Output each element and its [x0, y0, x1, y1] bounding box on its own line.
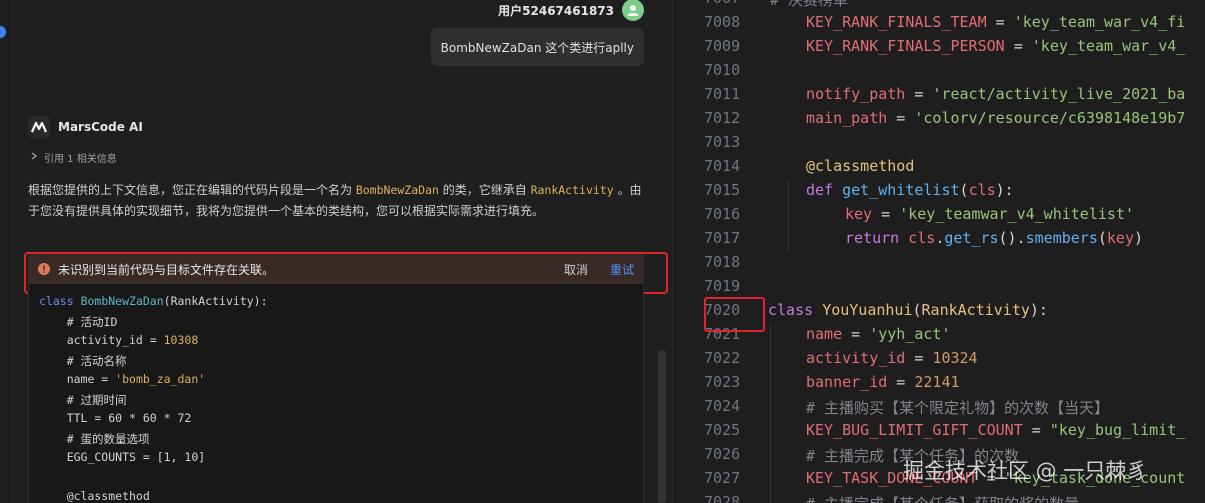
code-line: main_path = 'colorv/resource/c6398148e19… — [806, 109, 1186, 127]
line-number: 7016 — [704, 205, 741, 223]
user-message-text: BombNewZaDan 这个类进行aplly — [440, 40, 634, 55]
code-line: TTL = 60 * 60 * 72 — [39, 411, 192, 425]
code-line: EGG_COUNTS = [1, 10] — [39, 450, 206, 464]
chevron-right-icon — [30, 152, 38, 163]
code-line: @classmethod — [39, 489, 150, 503]
line-number: 7027 — [704, 469, 741, 487]
code-line: @classmethod — [806, 157, 915, 175]
user-header: 用户52467461873 — [498, 0, 644, 21]
answer-inline-code-1: BombNewZaDan — [355, 183, 439, 197]
code-line: activity_id = 10324 — [806, 349, 978, 367]
chat-scrollbar[interactable] — [658, 350, 666, 503]
code-line: # 过期时间 — [39, 393, 127, 407]
line-number: 7019 — [704, 277, 741, 295]
code-line: return cls.get_rs().smembers(key) — [845, 229, 1144, 247]
code-line: notify_path = 'react/activity_live_2021_… — [806, 85, 1186, 103]
answer-part-2: 的类，它继承自 — [438, 183, 531, 197]
line-number: 7025 — [704, 421, 741, 439]
reference-toggle[interactable]: 引用 1 相关信息 — [30, 150, 117, 165]
gutter-separator — [672, 0, 673, 503]
code-line: key = 'key_teamwar_v4_whitelist' — [845, 205, 1134, 223]
answer-inline-code-2: RankActivity — [530, 183, 614, 197]
watermark: 掘金技术社区 @ 一只棘豸 — [903, 459, 1148, 483]
line-number: 7015 — [704, 181, 741, 199]
line-number: 7008 — [704, 13, 741, 31]
code-line: class BombNewZaDan(RankActivity): — [39, 294, 268, 308]
code-line: class YouYuanhui(RankActivity): — [768, 301, 1048, 319]
code-line: # 活动名称 — [39, 354, 127, 368]
line-number: 7024 — [704, 397, 741, 415]
highlight-box-line-number — [704, 297, 765, 332]
line-number: 7023 — [704, 373, 741, 391]
code-block[interactable]: class BombNewZaDan(RankActivity): # 活动ID… — [28, 284, 644, 503]
code-line: name = 'bomb_za_dan' — [39, 372, 206, 386]
line-number: 7011 — [704, 85, 741, 103]
code-line: KEY_RANK_FINALS_TEAM = 'key_team_war_v4_… — [806, 13, 1186, 31]
user-avatar-icon — [622, 0, 644, 21]
indent-guide — [770, 324, 771, 503]
line-number: 7014 — [704, 157, 741, 175]
line-number: 7010 — [704, 61, 741, 79]
code-line: name = 'yyh_act' — [806, 325, 951, 343]
user-message-bubble: BombNewZaDan 这个类进行aplly — [430, 28, 644, 66]
ai-name: MarsCode AI — [58, 120, 143, 134]
marscode-logo-icon — [28, 116, 50, 138]
code-line: # 决赛榜单 — [770, 0, 849, 9]
reference-label: 引用 1 相关信息 — [44, 154, 117, 165]
line-number: 7028 — [704, 493, 741, 503]
indent-guide — [788, 180, 789, 252]
code-line: # 蛋的数量选项 — [39, 432, 150, 446]
code-editor[interactable]: 7007 7008 7009 7010 7011 7012 7013 7014 … — [672, 0, 1205, 503]
code-line: # 活动ID — [39, 315, 118, 329]
code-line: # 主播购买【某个限定礼物】的次数【当天】 — [806, 399, 1110, 417]
ai-header: MarsCode AI — [28, 116, 143, 138]
line-number: 7012 — [704, 109, 741, 127]
activity-dot-icon[interactable] — [0, 26, 6, 38]
code-line: KEY_BUG_LIMIT_GIFT_COUNT = "key_bug_limi… — [806, 421, 1186, 439]
chat-panel: 用户52467461873 BombNewZaDan 这个类进行aplly Ma… — [0, 0, 672, 503]
code-line: banner_id = 22141 — [806, 373, 960, 391]
line-number: 7018 — [704, 253, 741, 271]
line-number: 7009 — [704, 37, 741, 55]
code-line: def get_whitelist(cls): — [806, 181, 1014, 199]
code-line: activity_id = 10308 — [39, 333, 199, 347]
code-line: KEY_RANK_FINALS_PERSON = 'key_team_war_v… — [806, 37, 1186, 55]
answer-part-1: 根据您提供的上下文信息，您正在编辑的代码片段是一个名为 — [28, 183, 356, 197]
line-number: 7013 — [704, 133, 741, 151]
ai-answer-text: 根据您提供的上下文信息，您正在编辑的代码片段是一个名为 BombNewZaDan… — [28, 180, 648, 222]
code-line: # 主播完成【某个任务】获取的奖的数量 — [806, 493, 1079, 503]
line-number: 7022 — [704, 349, 741, 367]
line-number: 7007 — [704, 0, 740, 7]
chat-edge-line — [12, 0, 13, 503]
user-name: 用户52467461873 — [498, 3, 614, 18]
line-number: 7026 — [704, 445, 741, 463]
line-number: 7017 — [704, 229, 741, 247]
